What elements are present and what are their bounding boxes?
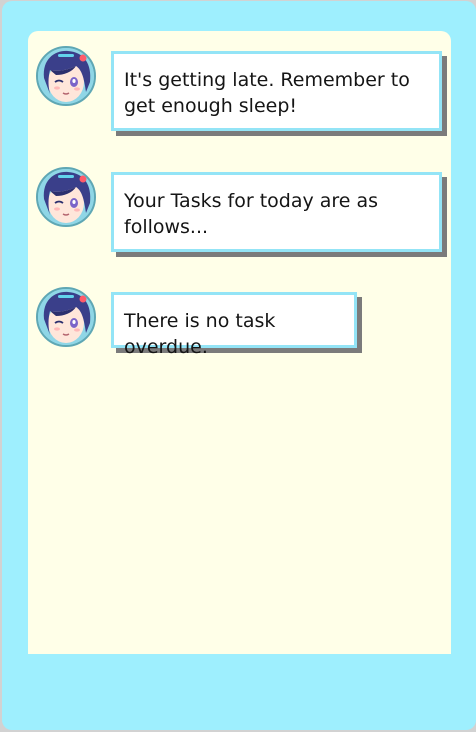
chat-panel: It's getting late. Remember to get enoug… — [28, 31, 451, 654]
avatar-icon — [36, 167, 96, 227]
message-text: There is no task overdue. — [124, 310, 276, 358]
message-bubble: It's getting late. Remember to get enoug… — [111, 51, 442, 131]
avatar-icon — [36, 46, 96, 106]
message-text: It's getting late. Remember to get enoug… — [124, 69, 410, 117]
assistant-window: It's getting late. Remember to get enoug… — [2, 1, 476, 730]
avatar-icon — [36, 287, 96, 347]
message-text: Your Tasks for today are as follows... — [124, 190, 379, 238]
message-bubble: Your Tasks for today are as follows... — [111, 172, 442, 252]
message-bubble: There is no task overdue. — [111, 292, 357, 358]
